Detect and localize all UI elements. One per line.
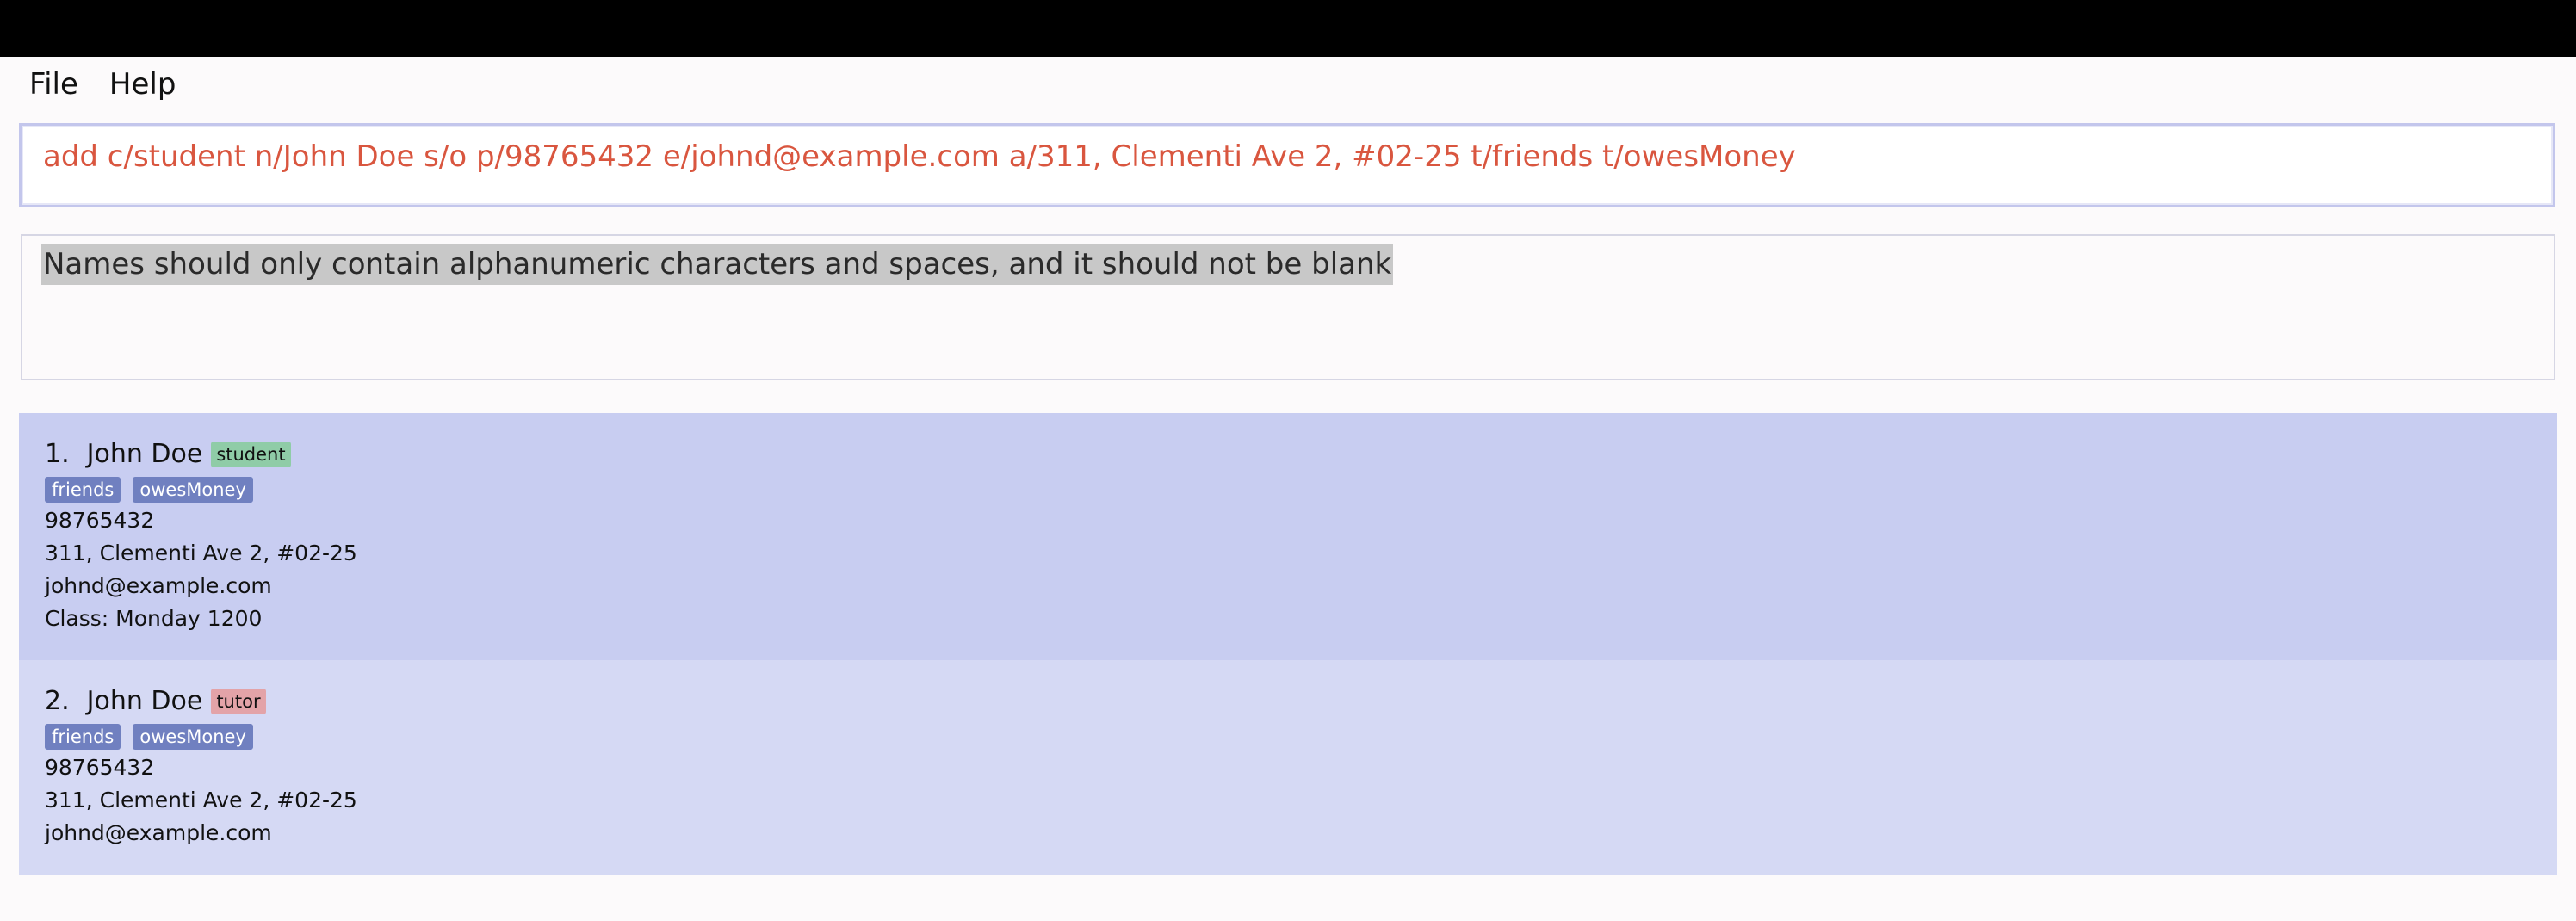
person-address: 311, Clementi Ave 2, #02-25 [45,541,357,566]
command-input-text: add c/student n/John Doe s/o p/98765432 … [43,139,1796,174]
menu-bar: File Help [0,57,2576,112]
result-message: Names should only contain alphanumeric c… [41,244,1394,285]
person-email: johnd@example.com [45,573,272,598]
person-card[interactable]: 1. John Doe student friends owesMoney 98… [19,413,2557,660]
person-phone: 98765432 [45,508,155,533]
window-title-bar [0,0,2576,57]
person-card[interactable]: 2. John Doe tutor friends owesMoney 9876… [19,660,2557,875]
role-badge: student [211,441,291,467]
result-display: Names should only contain alphanumeric c… [21,234,2555,380]
menu-file[interactable]: File [29,57,78,112]
person-index: 2. [45,686,70,716]
tag: friends [45,724,121,750]
person-name: John Doe [86,686,203,716]
tag: friends [45,477,121,503]
person-list: 1. John Doe student friends owesMoney 98… [19,413,2557,875]
person-header: 2. John Doe tutor [45,686,266,716]
tag: owesMoney [133,724,253,750]
person-class: Class: Monday 1200 [45,606,263,631]
menu-help[interactable]: Help [109,57,176,112]
role-badge: tutor [211,688,266,714]
person-header: 1. John Doe student [45,439,291,469]
person-phone: 98765432 [45,755,155,780]
person-name: John Doe [86,439,203,469]
person-email: johnd@example.com [45,820,272,845]
tag-list: friends owesMoney [45,477,265,503]
tag: owesMoney [133,477,253,503]
person-index: 1. [45,439,70,469]
tag-list: friends owesMoney [45,724,265,750]
person-address: 311, Clementi Ave 2, #02-25 [45,788,357,813]
command-input[interactable]: add c/student n/John Doe s/o p/98765432 … [19,123,2555,207]
